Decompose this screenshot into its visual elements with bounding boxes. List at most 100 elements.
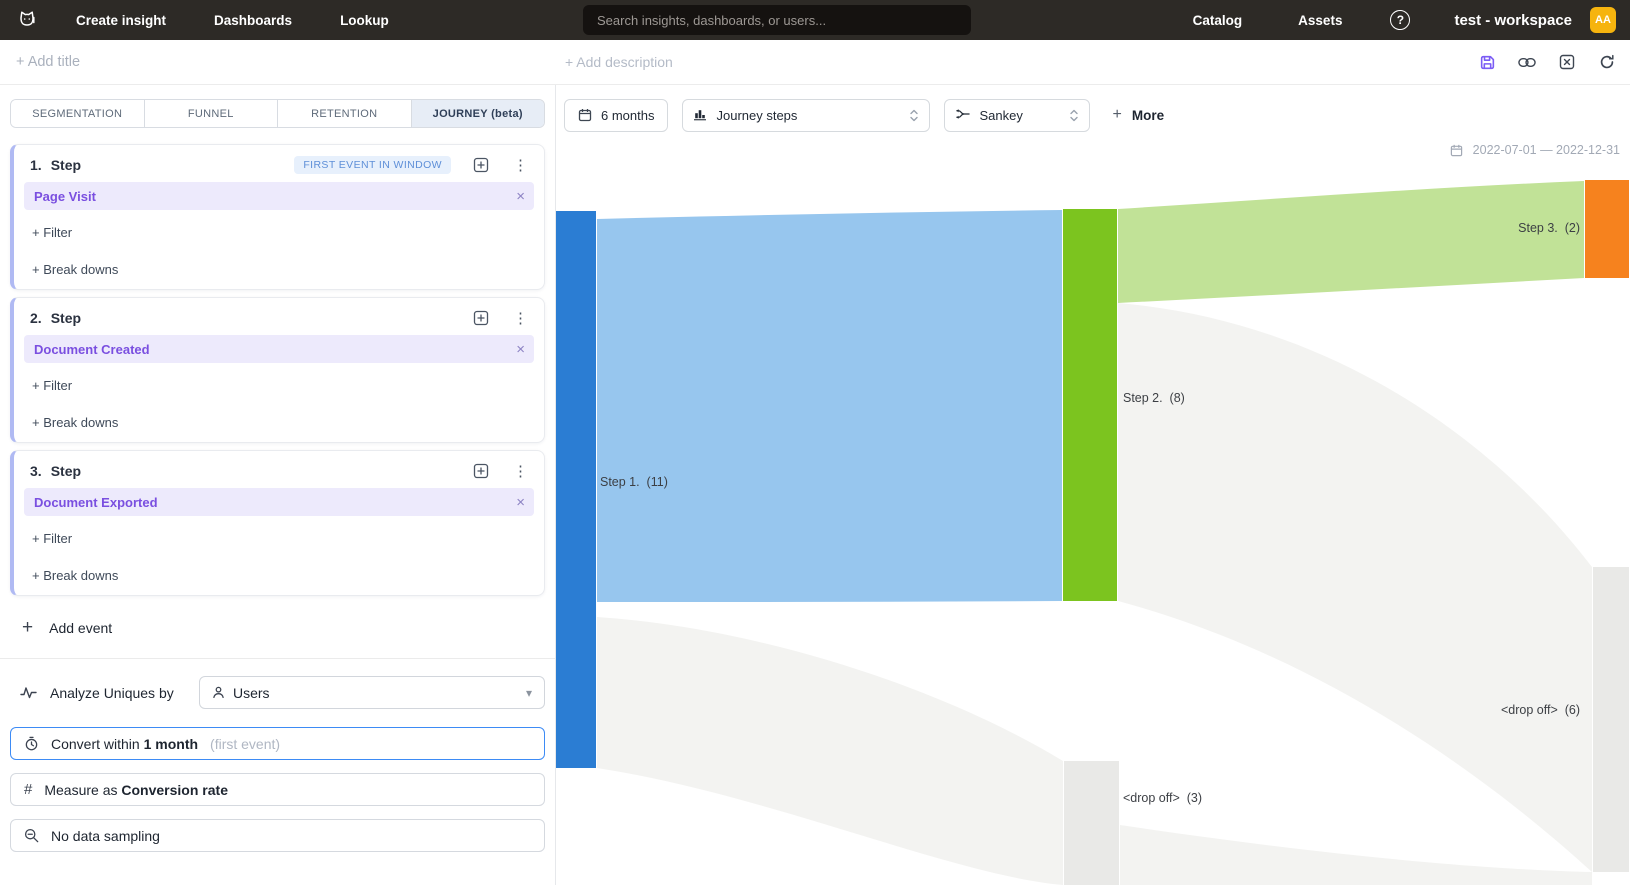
add-filter-link[interactable]: + Filter [32, 531, 536, 546]
main: SEGMENTATION FUNNEL RETENTION JOURNEY (b… [0, 85, 1630, 885]
nav-right: Catalog Assets ? test - workspace AA [1193, 7, 1616, 33]
sampling-zoom-out-icon [24, 828, 39, 843]
nav-catalog[interactable]: Catalog [1193, 13, 1243, 28]
nav-assets[interactable]: Assets [1298, 13, 1342, 28]
step-index: 2. [30, 310, 42, 326]
event-pill[interactable]: Document Exported × [24, 488, 534, 516]
sankey-node-step2[interactable] [1063, 209, 1117, 601]
nav-lookup[interactable]: Lookup [340, 13, 389, 28]
add-event-button[interactable]: + Add event [22, 617, 555, 639]
header-actions [1478, 53, 1616, 71]
tab-segmentation[interactable]: SEGMENTATION [11, 100, 145, 127]
sankey-node-dropoff-center[interactable] [1064, 761, 1119, 885]
kebab-menu-icon[interactable]: ⋮ [513, 462, 528, 480]
add-step-icon[interactable] [473, 310, 489, 326]
convert-text: Convert within 1 month [51, 736, 198, 752]
more-button[interactable]: + More [1112, 106, 1164, 124]
sankey-flow-step1-dropoff [597, 617, 1063, 885]
clock-icon [24, 736, 39, 751]
date-range-button[interactable]: 6 months [564, 99, 668, 132]
sankey-flow-step2-step3 [1118, 181, 1584, 303]
add-event-label: Add event [49, 620, 112, 636]
hash-icon: # [24, 781, 32, 798]
cat-logo-icon[interactable] [14, 7, 40, 33]
remove-event-icon[interactable]: × [516, 341, 525, 358]
event-name: Page Visit [34, 189, 96, 204]
more-label: More [1132, 108, 1164, 123]
remove-event-icon[interactable]: × [516, 494, 525, 511]
add-breakdown-link[interactable]: + Break downs [32, 262, 536, 277]
date-range-text: 2022-07-01 — 2022-12-31 [1473, 143, 1620, 157]
step-index: 1. [30, 157, 42, 173]
add-filter-link[interactable]: + Filter [32, 378, 536, 393]
view-select-value: Journey steps [716, 108, 797, 123]
sankey-label-dropoff3: <drop off> (3) [1123, 791, 1202, 805]
add-title-field[interactable]: + Add title [16, 54, 80, 70]
sankey-label-step3: Step 3. (2) [1518, 221, 1580, 235]
sankey-node-step3[interactable] [1585, 180, 1629, 278]
step-title: Step [51, 157, 81, 173]
analyze-row: Analyze Uniques by Users ▾ [20, 676, 545, 709]
nav-create-insight[interactable]: Create insight [76, 13, 166, 28]
kebab-menu-icon[interactable]: ⋮ [513, 309, 528, 327]
sankey-flow-dropoff-continue [1120, 825, 1592, 885]
chart-select-value: Sankey [979, 108, 1022, 123]
add-breakdown-link[interactable]: + Break downs [32, 415, 536, 430]
help-icon[interactable]: ? [1390, 10, 1410, 30]
analyze-value: Users [233, 685, 270, 701]
workspace-name[interactable]: test - workspace [1454, 12, 1572, 29]
plus-icon: + [22, 617, 33, 639]
kebab-menu-icon[interactable]: ⋮ [513, 156, 528, 174]
tab-journey[interactable]: JOURNEY (beta) [412, 100, 545, 127]
step-card-2: 2. Step ⋮ Document Created × + Filter + … [10, 297, 545, 443]
sankey-node-step1[interactable] [556, 211, 596, 768]
first-event-badge: FIRST EVENT IN WINDOW [294, 156, 451, 174]
avatar[interactable]: AA [1590, 7, 1616, 33]
add-step-icon[interactable] [473, 157, 489, 173]
add-breakdown-link[interactable]: + Break downs [32, 568, 536, 583]
nav-dashboards[interactable]: Dashboards [214, 13, 292, 28]
plus-icon: + [1112, 106, 1121, 124]
sankey-label-step1: Step 1. (11) [600, 475, 668, 489]
view-tabs: SEGMENTATION FUNNEL RETENTION JOURNEY (b… [10, 99, 545, 128]
event-name: Document Created [34, 342, 150, 357]
event-name: Document Exported [34, 495, 158, 510]
search-input[interactable] [583, 5, 971, 35]
tab-funnel[interactable]: FUNNEL [145, 100, 279, 127]
tab-retention[interactable]: RETENTION [278, 100, 412, 127]
clear-canvas-icon[interactable] [1558, 53, 1576, 71]
analyze-by-select[interactable]: Users ▾ [199, 676, 545, 709]
refresh-icon[interactable] [1598, 53, 1616, 71]
event-pill[interactable]: Page Visit × [24, 182, 534, 210]
data-sampling-control[interactable]: No data sampling [10, 819, 545, 852]
calendar-icon [1450, 144, 1463, 157]
measure-as-control[interactable]: # Measure as Conversion rate [10, 773, 545, 806]
analyze-label: Analyze Uniques by [50, 685, 174, 701]
chart-toolbar: 6 months Journey steps [556, 85, 1630, 135]
sankey-label-step2: Step 2. (8) [1123, 391, 1185, 405]
activity-icon [20, 686, 37, 699]
sankey-chart: Step 1. (11) Step 2. (8) Step 3. (2) <dr… [556, 135, 1629, 885]
select-chevrons-icon [909, 108, 919, 123]
convert-hint: (first event) [210, 736, 280, 752]
chevron-down-icon: ▾ [526, 686, 532, 700]
link-icon[interactable] [1518, 53, 1536, 71]
divider [0, 658, 555, 659]
sankey-node-dropoff-right[interactable] [1593, 567, 1629, 872]
header-bar: + Add title + Add description [0, 40, 1630, 85]
date-button-label: 6 months [601, 108, 654, 123]
save-icon[interactable] [1478, 53, 1496, 71]
remove-event-icon[interactable]: × [516, 188, 525, 205]
step-card-1: 1. Step FIRST EVENT IN WINDOW ⋮ Page Vis… [10, 144, 545, 290]
step-title: Step [51, 310, 81, 326]
sankey-flow-step1-step2 [597, 210, 1062, 602]
add-step-icon[interactable] [473, 463, 489, 479]
add-description-field[interactable]: + Add description [565, 54, 673, 70]
view-type-select[interactable]: Journey steps [682, 99, 930, 132]
app: Create insight Dashboards Lookup Catalog… [0, 0, 1630, 885]
chart-panel: 6 months Journey steps [556, 85, 1630, 885]
event-pill[interactable]: Document Created × [24, 335, 534, 363]
chart-type-select[interactable]: Sankey [944, 99, 1090, 132]
convert-within-control[interactable]: Convert within 1 month (first event) [10, 727, 545, 760]
add-filter-link[interactable]: + Filter [32, 225, 536, 240]
